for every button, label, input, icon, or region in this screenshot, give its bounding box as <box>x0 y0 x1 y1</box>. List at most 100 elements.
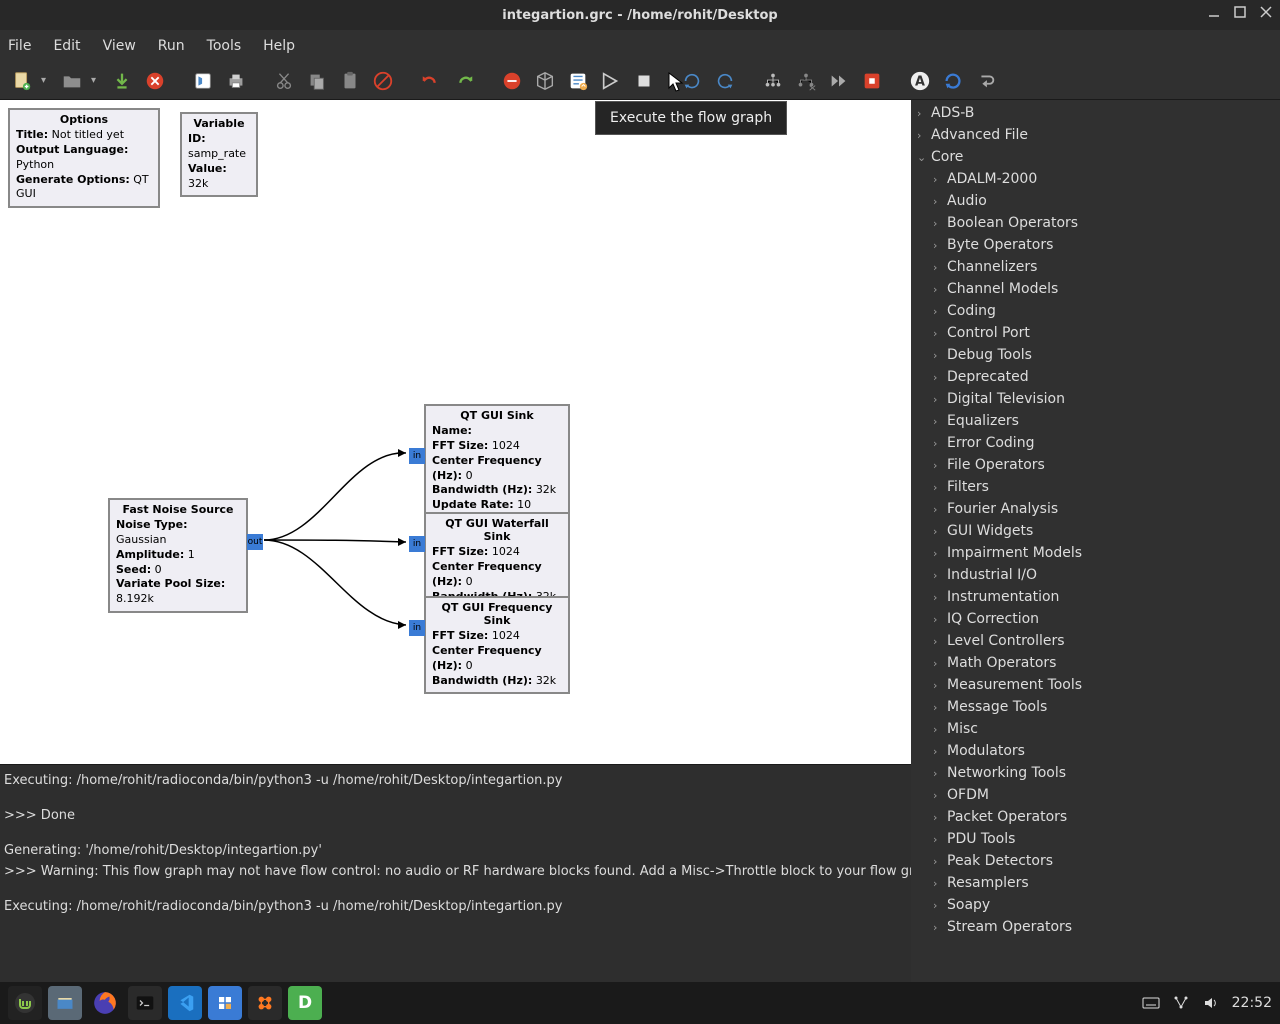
menu-tools[interactable]: Tools <box>207 38 242 54</box>
menu-edit[interactable]: Edit <box>53 38 80 54</box>
tree-item[interactable]: ›Debug Tools <box>911 344 1280 366</box>
terminal-icon[interactable] <box>128 986 162 1020</box>
delete-icon[interactable] <box>369 67 397 95</box>
reload-cw-icon[interactable] <box>678 67 706 95</box>
tree-item[interactable]: ›Control Port <box>911 322 1280 344</box>
port-in[interactable]: in <box>409 620 425 636</box>
tree-item[interactable]: ›Filters <box>911 476 1280 498</box>
tree-item[interactable]: ›Boolean Operators <box>911 212 1280 234</box>
block-fast-noise-source[interactable]: Fast Noise Source Noise Type: Gaussian A… <box>108 498 248 613</box>
tree-item[interactable]: ›Soapy <box>911 894 1280 916</box>
maximize-button[interactable] <box>1232 4 1248 20</box>
tree-item[interactable]: ›IQ Correction <box>911 608 1280 630</box>
close-button[interactable] <box>1258 4 1274 20</box>
tree-item[interactable]: ›OFDM <box>911 784 1280 806</box>
new-dropdown[interactable]: ▾ <box>41 75 53 86</box>
gnuradio-icon[interactable] <box>248 986 282 1020</box>
tree-item[interactable]: ›Impairment Models <box>911 542 1280 564</box>
vscode-icon[interactable] <box>168 986 202 1020</box>
menu-view[interactable]: View <box>103 38 136 54</box>
open-file-icon[interactable] <box>58 67 86 95</box>
port-in[interactable]: in <box>409 536 425 552</box>
tree-item-adsb[interactable]: ›ADS-B <box>911 102 1280 124</box>
tree-item[interactable]: ›Equalizers <box>911 410 1280 432</box>
tree-item-advanced-file[interactable]: ›Advanced File <box>911 124 1280 146</box>
error-icon[interactable] <box>498 67 526 95</box>
save-icon[interactable] <box>108 67 136 95</box>
block-tree-panel[interactable]: ›ADS-B ›Advanced File ⌄Core ›ADALM-2000›… <box>911 100 1280 982</box>
tree-item[interactable]: ›Error Coding <box>911 432 1280 454</box>
tree-item[interactable]: ›Measurement Tools <box>911 674 1280 696</box>
mint-menu-icon[interactable] <box>8 986 42 1020</box>
redo-icon[interactable] <box>450 67 478 95</box>
tree-item[interactable]: ›Message Tools <box>911 696 1280 718</box>
app-icon[interactable] <box>208 986 242 1020</box>
open-dropdown[interactable]: ▾ <box>91 75 103 86</box>
tree-item[interactable]: ›Digital Television <box>911 388 1280 410</box>
new-file-icon[interactable] <box>8 67 36 95</box>
clock-text[interactable]: 22:52 <box>1232 995 1272 1011</box>
volume-tray-icon[interactable] <box>1202 994 1220 1012</box>
reload-ccw-icon[interactable] <box>711 67 739 95</box>
firefox-icon[interactable] <box>88 986 122 1020</box>
hier-cut-icon[interactable] <box>792 67 820 95</box>
tree-item[interactable]: ›Stream Operators <box>911 916 1280 938</box>
generate-icon[interactable] <box>564 67 592 95</box>
search-icon[interactable]: A <box>906 67 934 95</box>
tree-item[interactable]: ›Industrial I/O <box>911 564 1280 586</box>
menu-help[interactable]: Help <box>263 38 295 54</box>
module-icon[interactable] <box>531 67 559 95</box>
block-gui-sink-title: QT GUI Sink <box>426 406 568 423</box>
block-variable[interactable]: Variable ID: samp_rate Value: 32k <box>180 112 258 197</box>
fastforward-icon[interactable] <box>825 67 853 95</box>
tree-item[interactable]: ›Channel Models <box>911 278 1280 300</box>
close-icon[interactable] <box>141 67 169 95</box>
network-tray-icon[interactable] <box>1172 994 1190 1012</box>
block-qt-gui-sink[interactable]: QT GUI Sink Name: FFT Size: 1024 Center … <box>424 404 570 519</box>
tree-item[interactable]: ›Resamplers <box>911 872 1280 894</box>
cut-icon[interactable] <box>270 67 298 95</box>
screenshot-icon[interactable] <box>189 67 217 95</box>
kill-icon[interactable] <box>630 67 658 95</box>
keyboard-tray-icon[interactable] <box>1142 994 1160 1012</box>
tree-item[interactable]: ›Modulators <box>911 740 1280 762</box>
tree-item[interactable]: ›Level Controllers <box>911 630 1280 652</box>
menu-file[interactable]: File <box>8 38 31 54</box>
paste-icon[interactable] <box>336 67 364 95</box>
tree-item[interactable]: ›Byte Operators <box>911 234 1280 256</box>
tree-item[interactable]: ›GUI Widgets <box>911 520 1280 542</box>
tree-item[interactable]: ›Fourier Analysis <box>911 498 1280 520</box>
block-qt-gui-frequency-sink[interactable]: QT GUI Frequency Sink FFT Size: 1024 Cen… <box>424 596 570 694</box>
tree-item[interactable]: ›File Operators <box>911 454 1280 476</box>
execute-icon[interactable] <box>597 67 625 95</box>
svg-text:A: A <box>915 74 925 89</box>
tree-item[interactable]: ›Audio <box>911 190 1280 212</box>
tree-item[interactable]: ›Coding <box>911 300 1280 322</box>
stop-record-icon[interactable] <box>858 67 886 95</box>
undo-icon[interactable] <box>417 67 445 95</box>
refresh-icon[interactable] <box>939 67 967 95</box>
tree-item[interactable]: ›Math Operators <box>911 652 1280 674</box>
block-options[interactable]: Options Title: Not titled yet Output Lan… <box>8 108 160 208</box>
files-icon[interactable] <box>48 986 82 1020</box>
tree-item[interactable]: ›Misc <box>911 718 1280 740</box>
app-d-icon[interactable]: D <box>288 986 322 1020</box>
tree-item[interactable]: ›Peak Detectors <box>911 850 1280 872</box>
copy-icon[interactable] <box>303 67 331 95</box>
tree-item[interactable]: ›Packet Operators <box>911 806 1280 828</box>
tree-item[interactable]: ›ADALM-2000 <box>911 168 1280 190</box>
tree-item[interactable]: ›Instrumentation <box>911 586 1280 608</box>
tree-item-core[interactable]: ⌄Core <box>911 146 1280 168</box>
tree-item[interactable]: ›Channelizers <box>911 256 1280 278</box>
menu-run[interactable]: Run <box>158 38 185 54</box>
loop-icon[interactable] <box>972 67 1000 95</box>
print-icon[interactable] <box>222 67 250 95</box>
tree-item[interactable]: ›PDU Tools <box>911 828 1280 850</box>
tree-item[interactable]: ›Deprecated <box>911 366 1280 388</box>
system-taskbar: D 22:52 <box>0 982 1280 1024</box>
hier-icon[interactable] <box>759 67 787 95</box>
port-in[interactable]: in <box>409 448 425 464</box>
minimize-button[interactable] <box>1206 4 1222 20</box>
tree-item[interactable]: ›Networking Tools <box>911 762 1280 784</box>
port-out[interactable]: out <box>247 534 263 550</box>
